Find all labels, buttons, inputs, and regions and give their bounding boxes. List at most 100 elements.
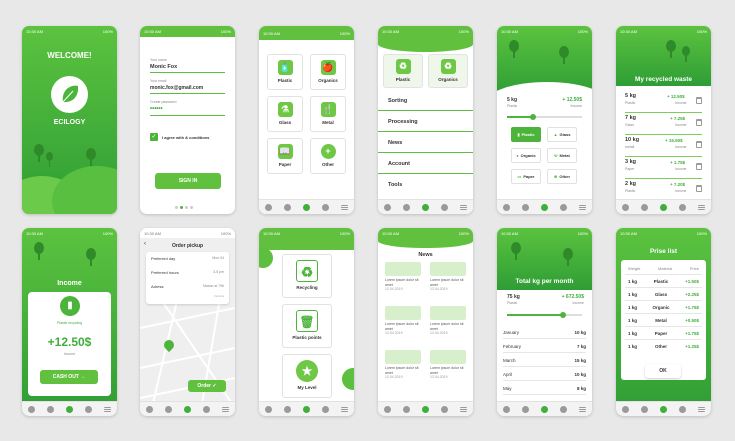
news-image[interactable] xyxy=(385,350,421,364)
waste-row[interactable]: 5 kg Plastic + 12.50$ Income xyxy=(625,93,702,113)
waste-row[interactable]: 7 kg Glass + 7.25$ Income xyxy=(625,115,702,135)
news-image[interactable] xyxy=(430,306,466,320)
leaf-nav-icon[interactable] xyxy=(265,405,272,413)
user-nav-icon[interactable] xyxy=(441,405,448,413)
menu-nav-icon[interactable] xyxy=(104,406,111,412)
menu-item-processing[interactable]: Processing xyxy=(378,113,473,132)
leaf-nav-icon[interactable] xyxy=(28,405,35,413)
recycle-nav-icon[interactable] xyxy=(66,405,73,413)
news-item[interactable]: Lorem ipsum dolor sit amet 12.04.2019 xyxy=(430,278,466,292)
news-item[interactable]: Lorem ipsum dolor sit amet 12.04.2019 xyxy=(430,322,466,336)
tile-plastic[interactable]: ♻ Plastic xyxy=(383,54,423,88)
bell-nav-icon[interactable] xyxy=(522,405,529,413)
trash-icon[interactable] xyxy=(696,119,702,126)
user-nav-icon[interactable] xyxy=(322,203,329,211)
plastic-points-card[interactable]: 🗑 Plastic points xyxy=(282,304,332,348)
trash-icon[interactable] xyxy=(696,97,702,104)
leaf-nav-icon[interactable] xyxy=(265,203,272,211)
menu-nav-icon[interactable] xyxy=(698,204,705,210)
menu-item-account[interactable]: Account xyxy=(378,155,473,174)
order-button[interactable]: Order ✓ xyxy=(188,380,226,392)
category-paper[interactable]: 📖 Paper xyxy=(267,138,303,174)
month-row[interactable]: January 10 kg xyxy=(503,326,586,339)
recycling-card[interactable]: ♻ Recycling xyxy=(282,254,332,298)
month-row[interactable]: February 7 kg xyxy=(503,340,586,353)
user-nav-icon[interactable] xyxy=(203,405,210,413)
month-row[interactable]: March 15 kg xyxy=(503,354,586,367)
menu-nav-icon[interactable] xyxy=(579,406,586,412)
leaf-nav-icon[interactable] xyxy=(384,203,391,211)
leaf-nav-icon[interactable] xyxy=(503,405,510,413)
trash-icon[interactable] xyxy=(696,163,702,170)
menu-item-tools[interactable]: Tools xyxy=(378,176,473,195)
bell-nav-icon[interactable] xyxy=(403,405,410,413)
cash-out-button[interactable]: CASH OUT → xyxy=(40,370,98,384)
leaf-nav-icon[interactable] xyxy=(384,405,391,413)
month-row[interactable]: May 8 kg xyxy=(503,382,586,395)
category-organics[interactable]: 🍎 Organics xyxy=(310,54,346,90)
user-nav-icon[interactable] xyxy=(441,203,448,211)
user-nav-icon[interactable] xyxy=(85,405,92,413)
recycle-nav-icon[interactable] xyxy=(303,405,310,413)
news-item[interactable]: Lorem ipsum dolor sit amet 12.04.2019 xyxy=(385,278,421,292)
bell-nav-icon[interactable] xyxy=(284,405,291,413)
agree-checkbox[interactable]: ✓ xyxy=(150,133,158,141)
bell-nav-icon[interactable] xyxy=(641,405,648,413)
recycle-nav-icon[interactable] xyxy=(660,203,667,211)
recycle-nav-icon[interactable] xyxy=(184,405,191,413)
user-nav-icon[interactable] xyxy=(679,203,686,211)
hours-field[interactable]: 3-5 pm xyxy=(213,270,224,274)
leaf-nav-icon[interactable] xyxy=(622,203,629,211)
option-organic[interactable]: ● Organic xyxy=(511,148,541,163)
bell-nav-icon[interactable] xyxy=(284,203,291,211)
waste-row[interactable]: 2 kg Plastic + 7.20$ Income xyxy=(625,181,702,201)
recycle-nav-icon[interactable] xyxy=(541,203,548,211)
recycle-nav-icon[interactable] xyxy=(422,203,429,211)
waste-row[interactable]: 10 kg metall + 15.50$ Income xyxy=(625,137,702,157)
user-nav-icon[interactable] xyxy=(679,405,686,413)
menu-item-news[interactable]: News xyxy=(378,134,473,153)
password-input[interactable]: •••••• xyxy=(150,106,163,112)
bell-nav-icon[interactable] xyxy=(47,405,54,413)
recycle-nav-icon[interactable] xyxy=(303,203,310,211)
tile-organics[interactable]: ♻ Organics xyxy=(428,54,468,88)
option-metal[interactable]: Ψ Metal xyxy=(547,148,577,163)
day-field[interactable]: Mon 04 xyxy=(212,256,224,260)
menu-nav-icon[interactable] xyxy=(579,204,586,210)
recycle-nav-icon[interactable] xyxy=(660,405,667,413)
ok-button[interactable]: OK xyxy=(645,364,681,378)
news-image[interactable] xyxy=(430,262,466,276)
bell-nav-icon[interactable] xyxy=(165,405,172,413)
address-field[interactable]: Mason st 796 xyxy=(203,284,224,288)
leaf-nav-icon[interactable] xyxy=(146,405,153,413)
category-other[interactable]: + Other xyxy=(310,138,346,174)
sign-in-button[interactable]: SIGN IN xyxy=(155,173,221,189)
recycle-nav-icon[interactable] xyxy=(422,405,429,413)
option-paper[interactable]: ▭ Paper xyxy=(511,169,541,184)
option-glass[interactable]: ▲ Glass xyxy=(547,127,577,142)
category-metal[interactable]: 🍴 Metal xyxy=(310,96,346,132)
news-item[interactable]: Lorem ipsum dolor sit amet 12.04.2019 xyxy=(385,322,421,336)
news-item[interactable]: Lorem ipsum dolor sit amet 12.04.2019 xyxy=(430,366,466,380)
category-glass[interactable]: ⚗ Glass xyxy=(267,96,303,132)
user-nav-icon[interactable] xyxy=(560,203,567,211)
month-slider[interactable] xyxy=(507,312,582,318)
weight-slider[interactable] xyxy=(507,114,582,120)
bell-nav-icon[interactable] xyxy=(522,203,529,211)
option-other[interactable]: ⊕ Other xyxy=(547,169,577,184)
option-plastic[interactable]: ▮ Plastic xyxy=(511,127,541,142)
bell-nav-icon[interactable] xyxy=(403,203,410,211)
news-image[interactable] xyxy=(385,262,421,276)
news-item[interactable]: Lorem ipsum dolor sit amet 12.04.2019 xyxy=(385,366,421,380)
menu-nav-icon[interactable] xyxy=(222,406,229,412)
leaf-nav-icon[interactable] xyxy=(503,203,510,211)
menu-nav-icon[interactable] xyxy=(341,406,348,412)
name-input[interactable]: Monic Fox xyxy=(150,64,177,70)
bell-nav-icon[interactable] xyxy=(641,203,648,211)
news-image[interactable] xyxy=(385,306,421,320)
trash-icon[interactable] xyxy=(696,185,702,192)
leaf-nav-icon[interactable] xyxy=(622,405,629,413)
user-nav-icon[interactable] xyxy=(322,405,329,413)
menu-nav-icon[interactable] xyxy=(460,204,467,210)
my-level-card[interactable]: ★ My Level xyxy=(282,354,332,398)
